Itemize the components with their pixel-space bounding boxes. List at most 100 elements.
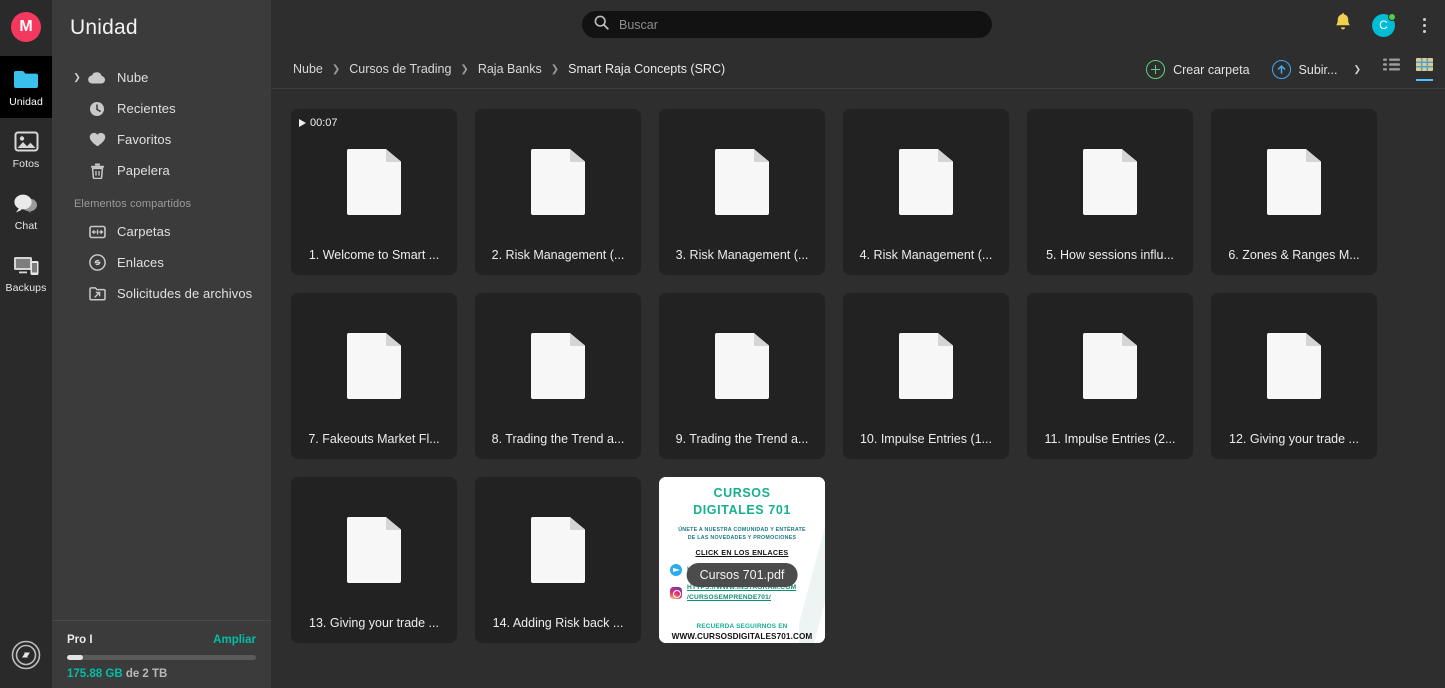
upload-label: Subir... [1299,63,1338,77]
pdf-instagram-link-line2: /CURSOSEMPRENDE701/ [687,594,771,601]
folder-icon [12,67,40,93]
rail-item-fotos[interactable]: Fotos [0,118,52,180]
file-card[interactable]: 8. Trading the Trend a... [475,293,641,459]
file-card[interactable]: 13. Giving your trade ... [291,477,457,643]
mega-logo[interactable]: M [11,12,41,42]
sidebar-label-papelera: Papelera [117,163,170,178]
file-grid: 00:07 1. Welcome to Smart ... 2. Risk Mana… [291,109,1445,643]
search-icon [594,15,609,35]
upload-button[interactable]: Subir... ❯ [1272,60,1361,79]
chevron-right-icon[interactable]: ❯ [70,72,84,83]
duration-badge: 00:07 [299,117,338,129]
sidebar-item-carpetas[interactable]: ❯ Carpetas [52,216,271,247]
telegram-icon [670,564,682,576]
sidebar-section-shared: Elementos compartidos [52,186,271,216]
grid-view-icon[interactable] [1416,58,1433,81]
list-view-icon[interactable] [1383,58,1400,81]
chevron-right-icon: ❯ [460,64,468,75]
document-fold [386,149,401,162]
rail-item-unidad[interactable]: Unidad [0,56,52,118]
file-card[interactable]: 2. Risk Management (... [475,109,641,275]
file-card[interactable]: 7. Fakeouts Market Fl... [291,293,457,459]
document-icon [531,333,585,399]
file-card[interactable]: 9. Trading the Trend a... [659,293,825,459]
kebab-dot [1423,24,1426,27]
pdf-thumbnail: CURSOSDIGITALES 701ÚNETE A NUESTRA COMUN… [659,477,825,643]
pdf-title-line1: CURSOS [664,485,820,502]
file-card[interactable]: 4. Risk Management (... [843,109,1009,275]
search-input[interactable] [619,18,949,32]
instagram-icon [670,587,682,599]
transfers-icon[interactable] [0,640,52,670]
sidebar-item-enlaces[interactable]: ❯ Enlaces [52,247,271,278]
rail-label-unidad: Unidad [9,96,43,108]
breadcrumb-bar: Nube ❯ Cursos de Trading ❯ Raja Banks ❯ … [271,50,1445,89]
chevron-down-icon[interactable]: ❯ [1353,64,1361,75]
rail-item-backups[interactable]: Backups [0,242,52,304]
left-rail: M Unidad Fotos [0,0,52,688]
storage-used-value: 175.88 GB [67,668,123,680]
file-card-pdf[interactable]: CURSOSDIGITALES 701ÚNETE A NUESTRA COMUN… [659,477,825,643]
file-name: 12. Giving your trade ... [1211,432,1377,446]
pdf-footer-line1: RECUERDA SEGUIRNOS EN [659,623,825,630]
search-bar[interactable] [582,11,992,38]
file-name: 10. Impulse Entries (1... [843,432,1009,446]
document-icon [1083,149,1137,215]
sidebar-item-solicitudes[interactable]: ❯ Solicitudes de archivos [52,278,271,309]
sidebar: Unidad ❯ Nube ❯ Reci [52,0,271,688]
storage-total-value: de 2 TB [123,668,168,680]
storage-panel: Pro I Ampliar 175.88 GB de 2 TB [52,620,271,688]
duration-label: 00:07 [310,117,338,129]
storage-upgrade-link[interactable]: Ampliar [213,634,256,646]
file-card[interactable]: 12. Giving your trade ... [1211,293,1377,459]
file-card[interactable]: 3. Risk Management (... [659,109,825,275]
file-grid-scroll[interactable]: 00:07 1. Welcome to Smart ... 2. Risk Mana… [271,89,1445,688]
breadcrumb-item-2[interactable]: Raja Banks [478,62,542,76]
sidebar-title: Unidad [52,0,271,40]
document-fold [570,149,585,162]
document-icon [531,517,585,583]
document-fold [1122,149,1137,162]
mega-logo-letter: M [19,18,32,36]
chevron-right-icon: ❯ [551,64,559,75]
sidebar-label-carpetas: Carpetas [117,224,171,239]
document-icon [347,149,401,215]
breadcrumb: Nube ❯ Cursos de Trading ❯ Raja Banks ❯ … [271,62,725,76]
more-vertical-icon[interactable] [1415,14,1433,36]
breadcrumb-item-0[interactable]: Nube [293,62,323,76]
document-icon [347,517,401,583]
chevron-right-icon: ❯ [332,64,340,75]
status-badge [1388,13,1396,21]
file-name: 3. Risk Management (... [659,248,825,262]
sidebar-item-recientes[interactable]: ❯ Recientes [52,93,271,124]
create-folder-button[interactable]: Crear carpeta [1146,60,1249,79]
file-name: 1. Welcome to Smart ... [291,248,457,262]
file-name: 6. Zones & Ranges M... [1211,248,1377,262]
rail-label-backups: Backups [6,282,47,294]
breadcrumb-item-3[interactable]: Smart Raja Concepts (SRC) [568,62,725,76]
sidebar-item-favoritos[interactable]: ❯ Favoritos [52,124,271,155]
breadcrumb-item-1[interactable]: Cursos de Trading [349,62,451,76]
avatar[interactable]: C [1372,14,1395,37]
sidebar-item-nube[interactable]: ❯ Nube [52,62,271,93]
document-icon [531,149,585,215]
pdf-click-label: CLICK EN LOS ENLACES [664,548,820,557]
rail-item-chat[interactable]: Chat [0,180,52,242]
sidebar-item-papelera[interactable]: ❯ Papelera [52,155,271,186]
document-icon [899,149,953,215]
link-icon [84,254,110,271]
file-card[interactable]: 6. Zones & Ranges M... [1211,109,1377,275]
top-bar: C [271,0,1445,50]
file-name: 13. Giving your trade ... [291,616,457,630]
sidebar-nav: ❯ Nube ❯ Recientes [52,62,271,620]
document-fold [938,149,953,162]
file-card[interactable]: 5. How sessions influ... [1027,109,1193,275]
pdf-footer-line2: WWW.CURSOSDIGITALES701.COM [659,632,825,641]
file-card[interactable]: 10. Impulse Entries (1... [843,293,1009,459]
bell-icon[interactable] [1334,13,1352,38]
file-card[interactable]: 11. Impulse Entries (2... [1027,293,1193,459]
file-card[interactable]: 14. Adding Risk back ... [475,477,641,643]
plus-circle-icon [1146,60,1165,79]
file-card[interactable]: 00:07 1. Welcome to Smart ... [291,109,457,275]
sidebar-label-recientes: Recientes [117,101,176,116]
